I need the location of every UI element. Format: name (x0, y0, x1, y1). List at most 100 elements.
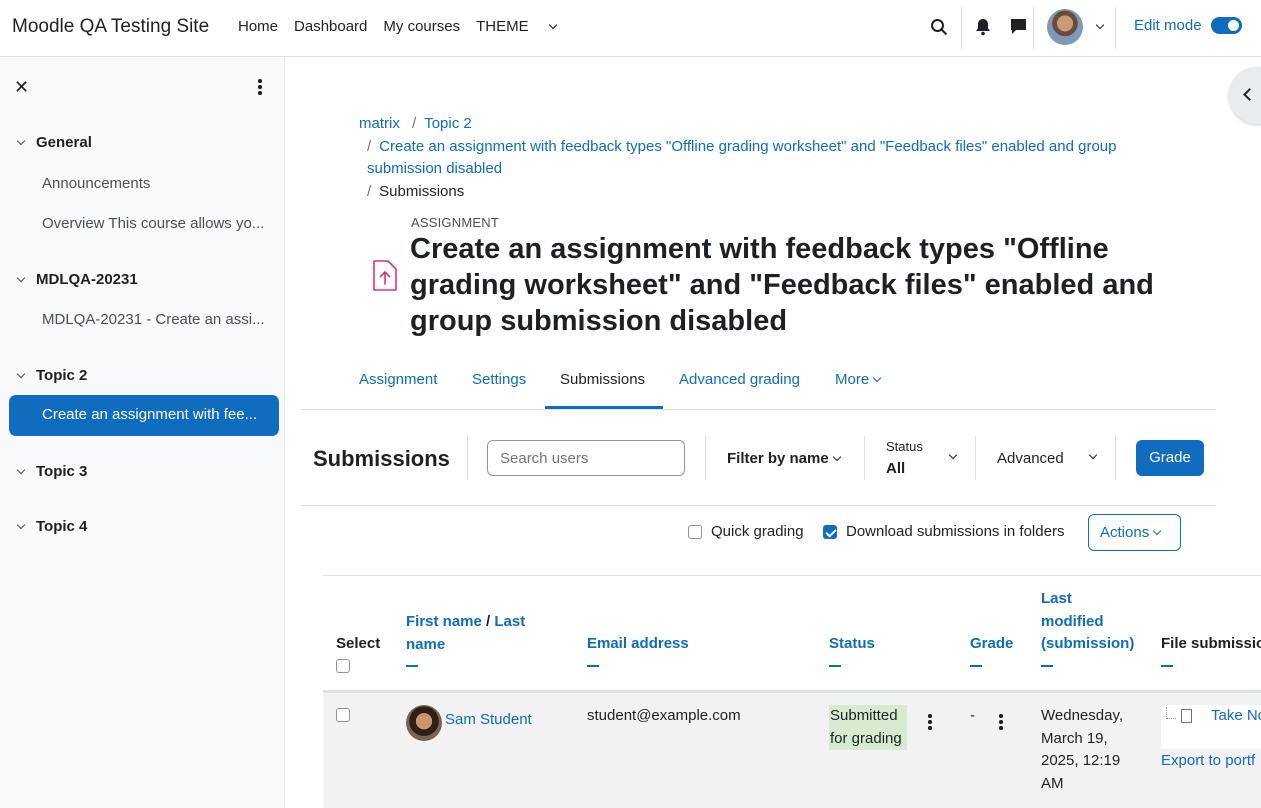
section-topic-2[interactable]: Topic 2 (16, 367, 88, 384)
edit-mode-toggle[interactable] (1211, 17, 1242, 34)
site-name[interactable]: Moodle QA Testing Site (12, 16, 209, 38)
section-general[interactable]: General (16, 134, 92, 151)
last-modified-value: Wednesday, March 19, 2025, 12:19 AM (1041, 705, 1123, 795)
collapse-column-icon[interactable] (1041, 664, 1053, 667)
student-name-link[interactable]: Sam Student (445, 709, 532, 732)
advanced-filter-dropdown[interactable]: Advanced (997, 450, 1064, 467)
primary-nav: Home Dashboard My courses THEME (238, 18, 572, 35)
breadcrumb-assignment[interactable]: Create an assignment with feedback types… (367, 138, 1116, 177)
grade-button[interactable]: Grade (1136, 440, 1204, 476)
collapse-column-icon[interactable] (829, 664, 841, 667)
modified-line-2: March 19, (1041, 729, 1108, 747)
grade-actions-icon[interactable] (999, 714, 1003, 732)
breadcrumb-separator: / (367, 138, 372, 155)
header-grade: Grade (970, 633, 1013, 667)
sort-first-name[interactable]: First name (406, 613, 482, 630)
nav-dashboard[interactable]: Dashboard (294, 18, 367, 35)
section-title: MDLQA-20231 (36, 271, 138, 288)
sort-last-name-2[interactable]: name (406, 636, 445, 653)
row-select-checkbox[interactable] (336, 708, 350, 722)
chevron-down-icon[interactable] (948, 450, 958, 460)
status-text-2: for grading (830, 729, 902, 747)
chevron-down-icon[interactable] (1088, 450, 1098, 460)
chevron-down-icon (16, 465, 26, 475)
sort-email[interactable]: Email address (587, 635, 689, 652)
navbar-divider (961, 7, 962, 49)
modified-line-4: AM (1041, 774, 1064, 792)
section-title: Topic 2 (36, 367, 88, 384)
download-folders-checkbox[interactable] (823, 525, 837, 539)
activity-mdlqa-assign[interactable]: MDLQA-20231 - Create an assi... (42, 311, 270, 328)
tab-settings[interactable]: Settings (472, 371, 526, 388)
chevron-down-icon (16, 136, 26, 146)
user-avatar[interactable] (1047, 9, 1083, 45)
activity-announcements[interactable]: Announcements (42, 175, 270, 192)
section-topic-3[interactable]: Topic 3 (16, 463, 87, 480)
search-icon[interactable] (930, 18, 948, 36)
sort-last-modified-2[interactable]: modified (1041, 613, 1104, 630)
status-actions-icon[interactable] (928, 714, 932, 732)
collapse-column-icon[interactable] (970, 664, 982, 667)
sort-grade[interactable]: Grade (970, 635, 1013, 652)
more-options-icon[interactable] (258, 79, 262, 97)
navbar-divider (1115, 7, 1116, 49)
activity-current-assignment[interactable]: Create an assignment with fee... (9, 395, 279, 436)
activity-overview[interactable]: Overview This course allows yo... (42, 215, 270, 232)
nav-home[interactable]: Home (238, 18, 278, 35)
navbar-divider (1033, 7, 1034, 49)
sort-status[interactable]: Status (829, 635, 875, 652)
quick-grading-checkbox[interactable] (688, 525, 702, 539)
tab-advanced-grading[interactable]: Advanced grading (679, 371, 800, 388)
tab-more[interactable]: More (835, 371, 882, 388)
select-all-checkbox[interactable] (336, 659, 350, 673)
sort-last-modified-3[interactable]: (submission) (1041, 635, 1134, 652)
chevron-down-icon (548, 20, 557, 30)
toolbar-separator (301, 505, 1216, 506)
filter-by-name-label: Filter by name (727, 450, 829, 467)
header-file-submissions: File submissio (1161, 633, 1261, 667)
actions-label: Actions (1100, 524, 1150, 541)
search-users-input[interactable] (487, 440, 685, 476)
chevron-left-icon (1243, 88, 1256, 101)
modified-line-3: 2025, 12:19 (1041, 752, 1121, 769)
filter-by-name-dropdown[interactable]: Filter by name (727, 450, 841, 467)
toolbar-divider (864, 436, 865, 480)
breadcrumb-separator: / (412, 115, 417, 132)
student-avatar[interactable] (406, 705, 442, 741)
course-index-drawer: ✕ General Announcements Overview This co… (0, 57, 285, 808)
submissions-heading: Submissions (313, 446, 450, 471)
section-mdlqa[interactable]: MDLQA-20231 (16, 271, 138, 288)
status-filter-value[interactable]: All (886, 460, 905, 477)
chevron-down-icon[interactable] (1095, 20, 1105, 30)
grade-value: - (970, 707, 975, 724)
export-portfolio-link[interactable]: Export to portf (1161, 750, 1255, 773)
breadcrumb-matrix[interactable]: matrix (359, 115, 400, 132)
actions-dropdown-button[interactable]: Actions (1088, 514, 1181, 551)
toolbar-divider (1115, 436, 1116, 480)
tab-submissions[interactable]: Submissions (560, 371, 645, 388)
collapse-column-icon[interactable] (587, 664, 599, 667)
chat-icon[interactable] (1010, 18, 1027, 35)
edit-mode-label: Edit mode (1134, 17, 1202, 34)
header-name: First name / Last name (406, 611, 525, 667)
tab-assignment[interactable]: Assignment (359, 371, 437, 388)
file-link[interactable]: Take No (1211, 705, 1261, 728)
breadcrumb-topic-2[interactable]: Topic 2 (424, 115, 472, 132)
close-icon[interactable]: ✕ (14, 77, 29, 98)
breadcrumb-assignment-line: / Create an assignment with feedback type… (367, 136, 1167, 180)
collapse-column-icon[interactable] (1161, 664, 1173, 667)
bell-icon[interactable] (975, 18, 991, 36)
file-icon (1181, 709, 1192, 723)
sort-last-name[interactable]: Last (494, 613, 525, 630)
section-topic-4[interactable]: Topic 4 (16, 518, 87, 535)
sort-last-modified[interactable]: Last (1041, 590, 1072, 607)
status-filter-label: Status (886, 439, 923, 454)
nav-theme[interactable]: THEME (476, 18, 557, 35)
open-block-drawer-button[interactable] (1229, 67, 1261, 124)
header-select: Select (336, 633, 380, 656)
nav-my-courses[interactable]: My courses (383, 18, 460, 35)
status-text-1: Submitted (830, 707, 898, 724)
collapse-column-icon[interactable] (406, 665, 418, 667)
nav-theme-label: THEME (476, 18, 529, 35)
chevron-down-icon (16, 273, 26, 283)
